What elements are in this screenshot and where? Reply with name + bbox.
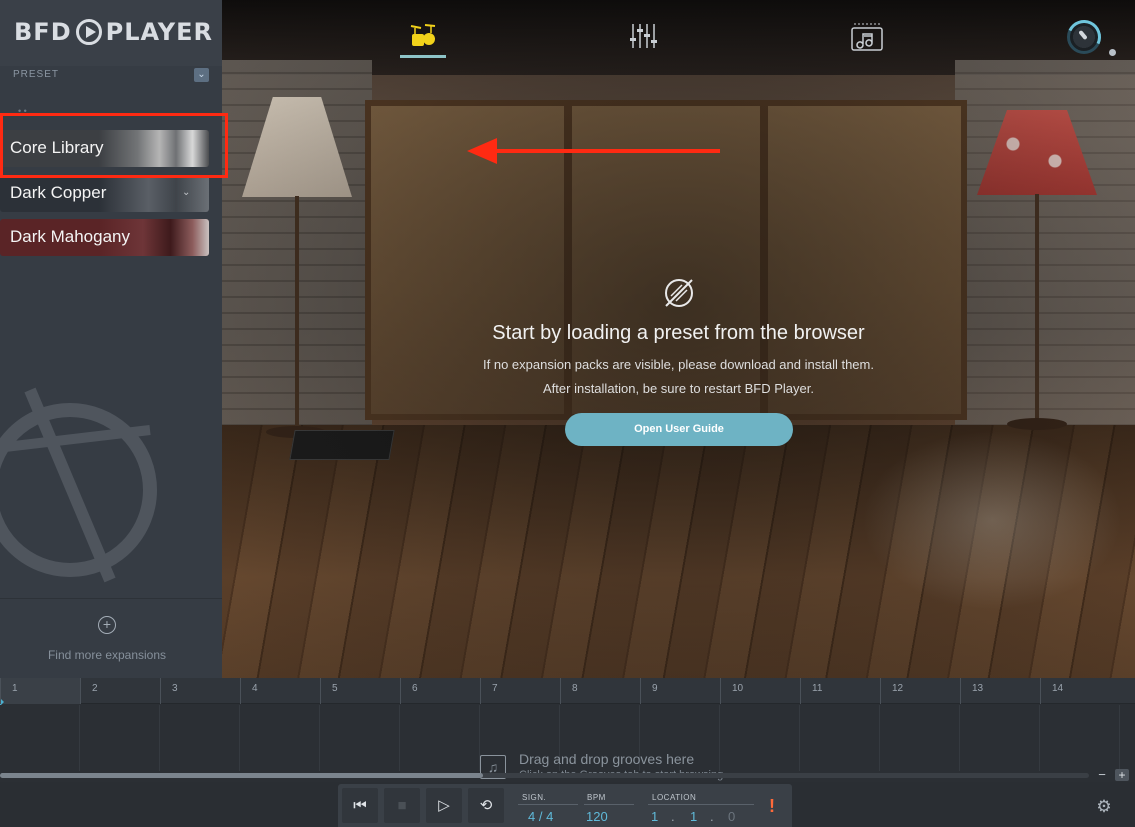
preset-sidebar: BFD PLAYER PRESET ⌄ • • Core Library Dar…	[0, 0, 222, 678]
transport-panel: ⏮ ■ ▷ ⟲ SIGN. 4 / 4 BPM 120 LOCATION 1 .…	[338, 784, 792, 827]
bar-number: 13	[972, 683, 984, 694]
bar-tick	[1040, 678, 1041, 704]
open-user-guide-button[interactable]: Open User Guide	[565, 413, 793, 446]
bar-tick	[640, 678, 641, 704]
annotation-highlight-box	[0, 113, 228, 178]
bar-number: 5	[332, 683, 338, 694]
bar-tick	[800, 678, 801, 704]
bpm-value[interactable]: 120	[586, 809, 608, 824]
loop-button[interactable]: ⟲	[468, 788, 504, 823]
location-separator: .	[710, 809, 714, 824]
library-thumbnail	[99, 175, 209, 212]
gear-icon[interactable]: ⚙	[1095, 798, 1113, 816]
transport-bar: ⏮ ■ ▷ ⟲ SIGN. 4 / 4 BPM 120 LOCATION 1 .…	[0, 782, 1135, 827]
bar-number: 9	[652, 683, 658, 694]
play-button[interactable]: ▷	[426, 788, 462, 823]
kit-stage: Start by loading a preset from the brows…	[222, 0, 1135, 678]
groove-drop-lane[interactable]: ♫ Drag and drop grooves here Click on th…	[0, 705, 1135, 781]
location-beat[interactable]: 1	[690, 809, 697, 824]
active-tab-indicator	[400, 55, 446, 58]
drop-grooves-title: Drag and drop grooves here	[519, 751, 695, 767]
no-preset-icon	[665, 279, 693, 307]
grooves-music-note-icon[interactable]	[843, 20, 891, 60]
library-item-label: Dark Copper	[10, 183, 107, 202]
time-signature-value[interactable]: 4 / 4	[528, 809, 553, 824]
plus-circle-icon[interactable]: +	[98, 616, 116, 634]
bar-number: 6	[412, 683, 418, 694]
library-item-dark-mahogany[interactable]: Dark Mahogany	[0, 219, 209, 256]
stop-button[interactable]: ■	[384, 788, 420, 823]
groove-timeline: 1 2 3 4 5 6 7 8 9 10 11 12 13 14 ♫ Drag and drop groo…	[0, 678, 1135, 782]
library-item-dark-copper[interactable]: Dark Copper ⌄	[0, 175, 209, 212]
empty-state-line1: If no expansion packs are visible, pleas…	[483, 357, 874, 372]
rewind-button[interactable]: ⏮	[342, 788, 378, 823]
location-separator: .	[671, 809, 675, 824]
chevron-down-icon[interactable]: ⌄	[194, 68, 209, 82]
annotation-arrow-icon	[467, 138, 497, 164]
bar-number: 4	[252, 683, 258, 694]
bar-tick	[560, 678, 561, 704]
bar-tick	[320, 678, 321, 704]
bar-number: 3	[172, 683, 178, 694]
preset-section-label: PRESET	[13, 69, 60, 80]
bar-tick	[240, 678, 241, 704]
bar-ruler[interactable]: 1 2 3 4 5 6 7 8 9 10 11 12 13 14	[0, 678, 1135, 706]
zoom-out-button[interactable]: −	[1096, 768, 1108, 781]
annotation-arrow-shaft	[490, 149, 720, 153]
bar-number: 14	[1052, 683, 1064, 694]
location-tick[interactable]: 0	[728, 809, 735, 824]
bpm-label: BPM	[587, 793, 606, 802]
timeline-scrollbar-thumb[interactable]	[0, 773, 483, 778]
bar-tick	[960, 678, 961, 704]
bar-tick	[480, 678, 481, 704]
bar-number: 11	[812, 683, 823, 694]
alert-icon[interactable]: !	[767, 796, 777, 818]
play-circle-icon	[75, 19, 102, 45]
empty-state-title: Start by loading a preset from the brows…	[492, 322, 865, 344]
bfd-player-window: BFD PLAYER PRESET ⌄ • • Core Library Dar…	[0, 0, 1135, 827]
location-bar[interactable]: 1	[651, 809, 658, 824]
chevron-down-icon: ⌄	[182, 187, 191, 198]
bar-number: 2	[92, 683, 98, 694]
bar-tick	[160, 678, 161, 704]
empty-state-line2: After installation, be sure to restart B…	[543, 381, 814, 396]
status-dot	[1109, 49, 1116, 56]
logo-text-right: PLAYER	[105, 18, 214, 46]
bar-tick	[400, 678, 401, 704]
find-more-expansions-link[interactable]: Find more expansions	[0, 648, 214, 662]
logo-bar: BFD PLAYER	[0, 0, 222, 66]
tab-kit[interactable]	[399, 20, 447, 60]
bar-tick	[80, 678, 81, 704]
app-logo: BFD PLAYER	[14, 16, 213, 48]
time-signature-label: SIGN.	[522, 793, 547, 802]
field-divider	[518, 804, 578, 805]
bar-number: 12	[892, 683, 904, 694]
bar-tick	[880, 678, 881, 704]
field-divider	[584, 804, 634, 805]
library-item-label: Dark Mahogany	[10, 227, 131, 246]
bar-number: 8	[572, 683, 578, 694]
bar-number: 1	[12, 683, 18, 694]
location-label: LOCATION	[652, 793, 697, 802]
bar-number: 7	[492, 683, 498, 694]
drum-watermark-icon	[0, 387, 157, 583]
mixer-faders-icon[interactable]	[622, 20, 670, 60]
field-divider	[648, 804, 754, 805]
sidebar-footer: + Find more expansions	[0, 598, 222, 678]
bar-tick	[0, 678, 1, 704]
zoom-in-button[interactable]: +	[1115, 769, 1129, 781]
logo-text-left: BFD	[14, 18, 72, 46]
bar-number: 10	[732, 683, 744, 694]
bar-tick	[720, 678, 721, 704]
drum-kit-icon	[410, 24, 436, 46]
